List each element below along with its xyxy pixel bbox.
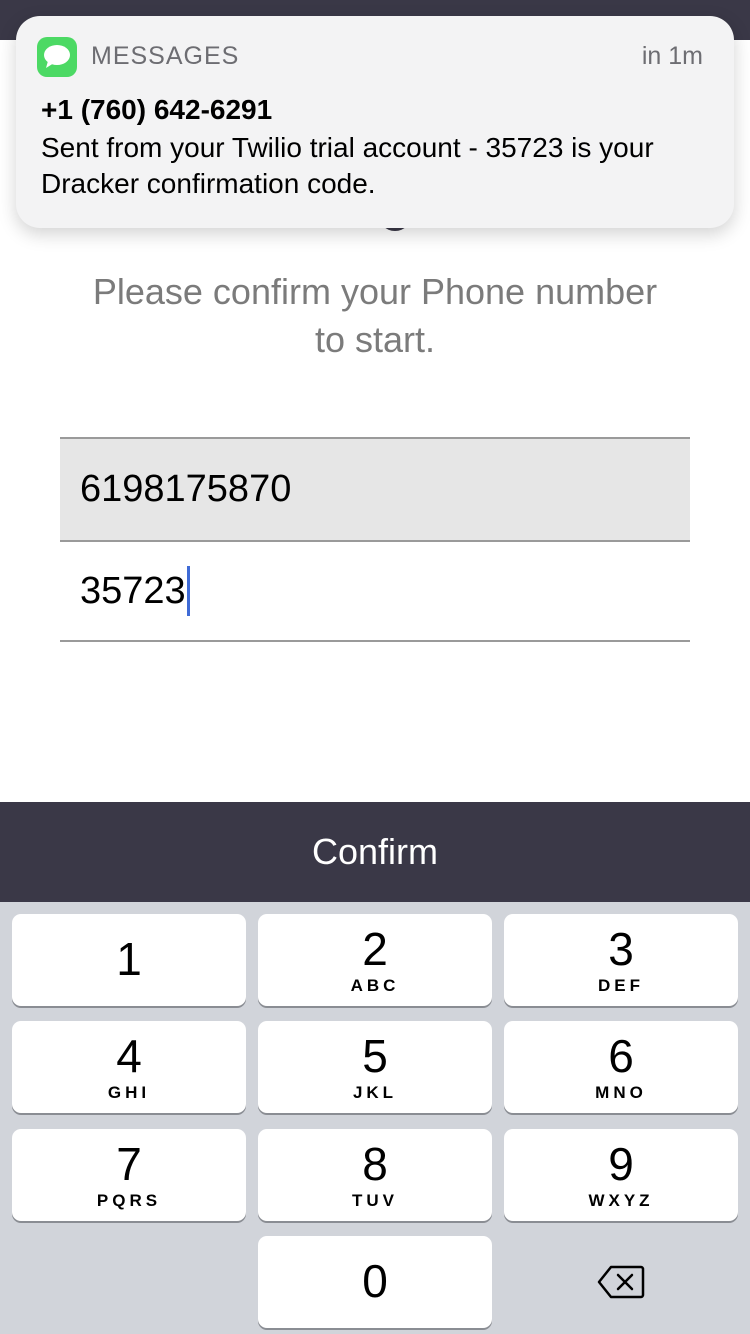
key-digit: 3: [608, 923, 634, 975]
key-digit: 0: [362, 1255, 388, 1307]
key-letters: MNO: [595, 1083, 647, 1102]
text-caret: [186, 566, 190, 616]
notification-sender: +1 (760) 642-6291: [41, 94, 273, 125]
key-digit: 7: [116, 1138, 142, 1190]
prompt-line-2: to start.: [314, 319, 436, 360]
backspace-icon: [597, 1265, 645, 1299]
key-1[interactable]: 1: [12, 914, 246, 1006]
phone-number-value: 6198175870: [80, 468, 292, 510]
key-4[interactable]: 4 GHI: [12, 1021, 246, 1113]
delete-key[interactable]: [504, 1236, 738, 1328]
notification-body: Sent from your Twilio trial account - 35…: [41, 132, 654, 199]
key-digit: 9: [608, 1138, 634, 1190]
key-letters: ABC: [350, 976, 400, 995]
key-5[interactable]: 5 JKL: [258, 1021, 492, 1113]
key-letters: TUV: [352, 1191, 398, 1210]
key-3[interactable]: 3 DEF: [504, 914, 738, 1006]
key-digit: 2: [362, 923, 388, 975]
key-digit: 4: [116, 1030, 142, 1082]
prompt-line-1: Please confirm your Phone number: [92, 271, 658, 312]
numeric-keypad: 1 2 ABC 3 DEF 4 GHI 5 JKL 6 MNO 7 PQRS 8…: [0, 902, 750, 1334]
key-digit: 5: [362, 1030, 388, 1082]
key-2[interactable]: 2 ABC: [258, 914, 492, 1006]
key-7[interactable]: 7 PQRS: [12, 1129, 246, 1221]
key-0[interactable]: 0: [258, 1236, 492, 1328]
screen: MESSAGES in 1m +1 (760) 642-6291 Sent fr…: [0, 0, 750, 1334]
confirmation-code-field[interactable]: 35723: [60, 542, 690, 642]
key-letters: PQRS: [96, 1191, 162, 1210]
key-digit: 6: [608, 1030, 634, 1082]
confirm-prompt: Please confirm your Phone number to star…: [60, 268, 690, 364]
key-letters: GHI: [107, 1083, 151, 1102]
key-letters: WXYZ: [588, 1191, 654, 1210]
message-notification[interactable]: MESSAGES in 1m +1 (760) 642-6291 Sent fr…: [16, 16, 734, 228]
key-letters: DEF: [598, 976, 644, 995]
confirmation-code-value: 35723: [80, 569, 186, 612]
key-digit: 1: [116, 933, 142, 985]
phone-number-field[interactable]: 6198175870: [60, 437, 690, 542]
confirm-label: Confirm: [311, 831, 439, 872]
key-9[interactable]: 9 WXYZ: [504, 1129, 738, 1221]
notification-app-name: MESSAGES: [91, 42, 240, 70]
key-letters: JKL: [352, 1083, 398, 1102]
key-digit: 8: [362, 1138, 388, 1190]
confirm-button[interactable]: Confirm: [0, 802, 750, 902]
key-8[interactable]: 8 TUV: [258, 1129, 492, 1221]
messages-app-icon: [37, 37, 77, 77]
notification-time: in 1m: [641, 42, 703, 70]
key-6[interactable]: 6 MNO: [504, 1021, 738, 1113]
